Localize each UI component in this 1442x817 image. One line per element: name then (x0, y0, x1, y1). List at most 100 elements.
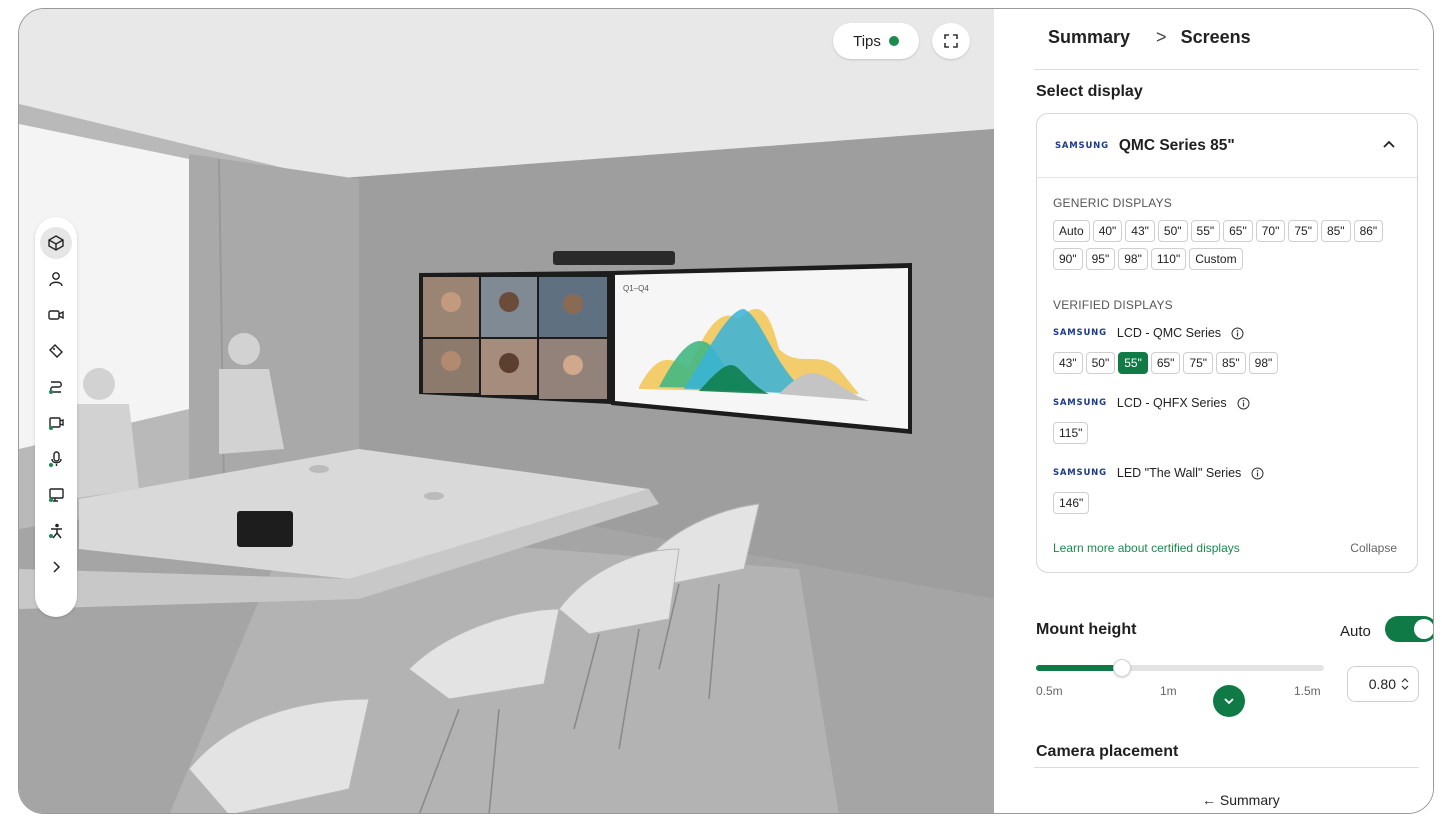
tips-status-dot (888, 36, 899, 46)
chevron-down-icon (1224, 698, 1234, 705)
toolbar-camera-button[interactable] (40, 299, 72, 331)
mount-height-slider[interactable] (1036, 659, 1324, 677)
size-chip[interactable]: 50" (1157, 220, 1188, 242)
accessibility-icon (49, 523, 62, 539)
mount-height-value: 0.80 (1368, 676, 1396, 692)
screen-icon (49, 488, 64, 502)
collapse-link[interactable]: Collapse (1350, 541, 1397, 555)
verified-size-chips-qmc: 43" 50" 55" 65" 75" 85" 98" (1053, 352, 1393, 380)
generic-displays-header: GENERIC DISPLAYS (1053, 196, 1173, 210)
toolbar-expand-button[interactable] (40, 551, 72, 583)
samsung-logo: SAMSUNG (1053, 328, 1107, 338)
info-icon[interactable] (1231, 327, 1244, 340)
mount-height-title: Mount height (1036, 621, 1137, 638)
chevron-up-icon[interactable] (1381, 136, 1397, 152)
app-frame: Q1–Q4 Tips Summary > Screens Select disp… (18, 8, 1434, 814)
size-chip[interactable]: 55" (1190, 220, 1221, 242)
size-chip[interactable]: 75" (1183, 352, 1214, 374)
left-toolbar (35, 217, 77, 617)
header-divider (1034, 69, 1419, 70)
back-to-summary-link[interactable]: ← Summary (1202, 792, 1280, 808)
display-camera-icon (49, 417, 64, 430)
samsung-logo: SAMSUNG (1055, 140, 1109, 151)
size-chip[interactable]: Auto (1053, 220, 1090, 242)
fullscreen-button[interactable] (932, 23, 970, 59)
slider-thumb[interactable] (1113, 659, 1132, 677)
toolbar-accessibility-button[interactable] (40, 515, 72, 547)
camera-icon (48, 310, 64, 320)
info-icon[interactable] (1251, 467, 1264, 480)
slider-tick-min: 0.5m (1036, 684, 1063, 698)
microphone-icon (49, 451, 62, 467)
toolbar-cable-button[interactable] (40, 371, 72, 403)
person-icon (49, 272, 63, 287)
size-chip[interactable]: 70" (1255, 220, 1286, 242)
samsung-logo: SAMSUNG (1053, 468, 1107, 478)
verified-size-chips-qhfx: 115" (1053, 422, 1393, 450)
verified-displays-header: VERIFIED DISPLAYS (1053, 298, 1173, 312)
size-chip[interactable]: 50" (1085, 352, 1116, 374)
info-icon[interactable] (1237, 397, 1250, 410)
room-3d-viewport[interactable]: Q1–Q4 Tips (19, 9, 994, 813)
size-chip[interactable]: 95" (1085, 248, 1116, 270)
toggle-knob (1414, 619, 1433, 639)
toolbar-room-button[interactable] (40, 227, 72, 259)
breadcrumb-separator: > (1156, 27, 1167, 47)
learn-more-link[interactable]: Learn more about certified displays (1053, 541, 1240, 555)
verified-row-the-wall: SAMSUNG LED "The Wall" Series (1053, 466, 1264, 480)
toolbar-person-button[interactable] (40, 263, 72, 295)
size-chip[interactable]: 55" (1118, 352, 1148, 374)
slider-fill (1036, 665, 1123, 671)
breadcrumb: Summary > Screens (1048, 27, 1251, 48)
size-chip[interactable]: 43" (1053, 352, 1083, 374)
size-chip[interactable]: 146" (1053, 492, 1090, 514)
verified-row-qmc: SAMSUNG LCD - QMC Series (1053, 326, 1244, 340)
camera-placement-title: Camera placement (1036, 743, 1179, 760)
fullscreen-icon (944, 34, 958, 48)
size-chip[interactable]: 85" (1320, 220, 1351, 242)
tips-button[interactable]: Tips (833, 23, 919, 59)
auto-toggle[interactable] (1385, 616, 1433, 642)
size-chip[interactable]: 65" (1150, 352, 1181, 374)
display-selector-header[interactable]: SAMSUNG QMC Series 85" (1037, 114, 1417, 178)
display-selector-card: SAMSUNG QMC Series 85" GENERIC DISPLAYS … (1036, 113, 1418, 573)
size-chip[interactable]: Custom (1189, 248, 1243, 270)
size-chip[interactable]: 75" (1288, 220, 1318, 242)
scroll-down-button[interactable] (1213, 685, 1245, 717)
size-chip[interactable]: 85" (1216, 352, 1246, 374)
size-chip[interactable]: 98" (1118, 248, 1148, 270)
room-icon (48, 235, 64, 251)
toolbar-tag-button[interactable] (40, 335, 72, 367)
stepper-icon[interactable] (1400, 677, 1410, 691)
tips-label: Tips (853, 32, 881, 50)
mount-height-input[interactable]: 0.80 (1347, 666, 1419, 702)
verified-row-qhfx: SAMSUNG LCD - QHFX Series (1053, 396, 1250, 410)
toolbar-display-camera-button[interactable] (40, 407, 72, 439)
size-chip[interactable]: 90" (1053, 248, 1083, 270)
verified-name-the-wall: LED "The Wall" Series (1116, 466, 1242, 480)
verified-size-chips-the-wall: 146" (1053, 492, 1393, 520)
size-chip[interactable]: 43" (1125, 220, 1155, 242)
toolbar-screen-button[interactable] (40, 479, 72, 511)
camera-bar (553, 251, 675, 265)
size-chip[interactable]: 86" (1353, 220, 1384, 242)
auto-label: Auto (1340, 623, 1371, 640)
breadcrumb-summary[interactable]: Summary (1048, 27, 1130, 48)
verified-name-qhfx: LCD - QHFX Series (1116, 396, 1227, 410)
samsung-logo: SAMSUNG (1053, 398, 1107, 408)
room-scene: Q1–Q4 (19, 9, 994, 813)
generic-size-chips: Auto 40" 43" 50" 55" 65" 70" 75" 85" 86" 90" 95" 98"… (1053, 220, 1393, 276)
cable-icon (49, 381, 62, 394)
size-chip[interactable]: 98" (1248, 352, 1279, 374)
size-chip[interactable]: 40" (1092, 220, 1123, 242)
tag-icon (49, 344, 63, 358)
slider-tick-mid: 1m (1160, 684, 1177, 698)
selected-display-name: QMC Series 85" (1118, 136, 1235, 154)
size-chip[interactable]: 110" (1150, 248, 1187, 270)
touch-controller (237, 511, 293, 547)
verified-name-qmc: LCD - QMC Series (1116, 326, 1222, 340)
toolbar-microphone-button[interactable] (40, 443, 72, 475)
footer-divider (1034, 767, 1419, 768)
size-chip[interactable]: 65" (1223, 220, 1253, 242)
size-chip[interactable]: 115" (1053, 422, 1089, 444)
